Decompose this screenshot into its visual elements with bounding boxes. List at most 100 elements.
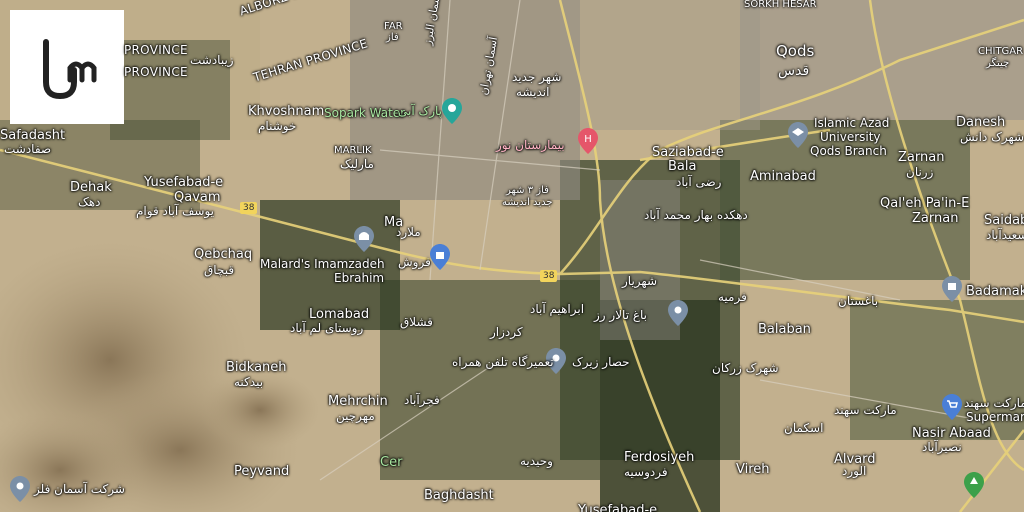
water-park-label-en[interactable]: Sopark Water: [324, 107, 405, 119]
park-pin[interactable]: [964, 472, 984, 498]
place-nasirabad-fa: نصیرآباد: [922, 440, 962, 454]
landmark-icon: [942, 276, 962, 302]
hospital-pin[interactable]: H: [578, 128, 598, 154]
university-label-1[interactable]: Islamic Azad: [814, 117, 889, 129]
place-danesh-fa: شهرک دانش: [960, 130, 1024, 144]
place-saidabad-en: Saidab: [984, 213, 1024, 228]
place-zarnan-en: Zarnan: [898, 150, 945, 165]
place-bidkaneh-fa: بیدکنه: [234, 375, 264, 389]
place-mehrchin-en: Mehrchin: [328, 394, 388, 409]
place-bidkaneh-en: Bidkaneh: [226, 360, 287, 375]
place-andisheh-fa-2: اندیشه: [516, 85, 550, 99]
place-qalehpaine-en-2: Zarnan: [912, 211, 959, 226]
mosque-icon: [354, 226, 374, 252]
university-label-2[interactable]: University: [820, 131, 881, 143]
place-mehrchin-fa: مهرچین: [336, 409, 375, 423]
place-saziabad-en-1: Saziabad-e: [652, 145, 724, 160]
garden-hall-label[interactable]: باغ تالار رز: [594, 309, 647, 321]
place-qods-en: Qods: [776, 42, 815, 60]
place-safadasht-fa: صفادشت: [4, 142, 52, 156]
badamak-pin[interactable]: [942, 276, 962, 302]
company-label[interactable]: شرکت آسمان فلز: [34, 483, 125, 495]
imamzadeh-label-1[interactable]: Malard's Imamzadeh: [260, 258, 385, 270]
place-dehak-fa: دهک: [78, 195, 101, 209]
place-nasirabad-en: Nasir Abaad: [912, 426, 991, 441]
place-marlik-en: MARLIK: [334, 145, 372, 156]
market-label[interactable]: مارکت سهند: [834, 404, 897, 416]
place-hesar-fa: حصار زیرک: [572, 355, 630, 369]
place-ferdosiyeh-fa: فردوسیه: [624, 465, 668, 479]
hospital-label[interactable]: بیمارستان نور: [496, 139, 565, 151]
place-peyvand-en: Peyvand: [234, 464, 290, 479]
university-icon: [788, 122, 808, 148]
place-fajrabad-fa: فجرآباد: [404, 393, 440, 407]
place-qebchaq-fa: قبچاق: [204, 263, 235, 277]
supermarket-pin[interactable]: [942, 394, 962, 420]
place-far-fa: فاز: [386, 32, 399, 43]
place-zarnan-fa: زرنان: [906, 165, 934, 179]
place-saidabad-fa: سعیدآباد: [986, 228, 1024, 242]
place-baghestan-fa: باغستان: [838, 294, 879, 308]
tree-icon: [964, 472, 984, 498]
place-qebchaq-en: Qebchaq: [194, 247, 253, 262]
place-chitgar-en: CHITGAR: [978, 46, 1024, 57]
place-qods-fa: قدس: [778, 63, 810, 79]
place-badamak-en: Badamak: [966, 284, 1024, 299]
brand-logo: [10, 10, 124, 124]
place-khvoshnam-en: Khvoshnam: [248, 104, 325, 119]
shop-pin[interactable]: [430, 244, 450, 270]
water-park-pin[interactable]: [442, 98, 462, 124]
place-yusefabad2-en: Yusefabad-e: [578, 503, 658, 512]
place-askeman-fa: اسکمان: [784, 421, 824, 435]
lm-logo-icon: [43, 39, 97, 100]
place-baghdasht-en: Baghdasht: [424, 488, 494, 503]
place-andisheh3-fa-2: جدید اندیشه: [502, 197, 553, 208]
place-danesh-en: Danesh: [956, 115, 1006, 130]
shopping-bag-icon: [430, 244, 450, 270]
place-ferdiyeh-fa: فرمیه: [718, 290, 747, 304]
province-label-edge-2: PROVINCE: [124, 65, 188, 79]
water-park-label-fa[interactable]: پارک آبی: [398, 105, 442, 117]
place-qeshlaq-fa: قشلاق: [400, 315, 433, 329]
place-lomabad-fa: روستای لم آباد: [290, 321, 364, 335]
university-label-3[interactable]: Qods Branch: [810, 145, 887, 157]
place-andisheh-fa-1: شهر جدید: [512, 70, 562, 84]
place-balaban-en: Balaban: [758, 322, 811, 337]
place-vireh-en: Vireh: [736, 462, 770, 477]
university-pin[interactable]: [788, 122, 808, 148]
company-pin[interactable]: [10, 476, 30, 502]
place-chitgar-fa: چیتگر: [986, 58, 1010, 69]
place-kordzar-fa: کردزار: [490, 325, 523, 339]
place-khvoshnam-fa: خوشنام: [258, 119, 297, 133]
shopping-cart-icon: [942, 394, 962, 420]
shop-label[interactable]: فروش: [398, 256, 431, 268]
place-ebrahimabad-fa: ابراهیم آباد: [530, 302, 585, 316]
phone-repair-label[interactable]: تعمیرگاه تلفن همراه: [452, 356, 554, 368]
supermarket-label-en[interactable]: Supermarke: [966, 411, 1024, 423]
place-cer-en: Cer: [380, 455, 403, 470]
place-qalehpaine-en-1: Qal'eh Pa'in-E: [880, 196, 970, 211]
place-shahrakzarkan-fa: شهرک زرکان: [712, 361, 779, 375]
map-view[interactable]: ALBORZ PROVINCE TEHRAN PROVINCE PROVINCE…: [0, 0, 1024, 512]
place-dehkadeh-fa: دهکده بهار محمد آباد: [644, 208, 748, 222]
place-andisheh3-fa-1: فاز ۳ شهر: [506, 185, 549, 196]
supermarket-label-fa[interactable]: مارکت سهند: [964, 397, 1024, 409]
place-lomabad-en: Lomabad: [309, 307, 370, 322]
place-marlik-fa: مارلیک: [340, 157, 374, 171]
place-ferdosiyeh-en: Ferdosiyeh: [624, 450, 695, 465]
place-alvard-fa: الورد: [842, 464, 867, 478]
garden-hall-pin[interactable]: [668, 300, 688, 326]
place-zibadasht-fa: زیبادشت: [190, 53, 234, 67]
place-vahidieh-fa: وحیدیه: [520, 454, 553, 468]
venue-icon: [668, 300, 688, 326]
place-shahriar-fa: شهریار: [622, 274, 657, 288]
place-saziabad-en-2: Bala: [668, 159, 697, 174]
place-malard-fa: ملارد: [396, 225, 421, 239]
place-sorkh-en: SORKH HESAR: [744, 0, 817, 10]
province-label-edge-1: PROVINCE: [124, 43, 188, 57]
imamzadeh-label-2[interactable]: Ebrahim: [334, 272, 384, 284]
imamzadeh-pin[interactable]: [354, 226, 374, 252]
place-yusefabad-en-1: Yusefabad-e: [144, 175, 224, 190]
route-38-badge-1: 38: [240, 202, 258, 214]
place-rezaabad-fa: رضی آباد: [676, 175, 722, 189]
